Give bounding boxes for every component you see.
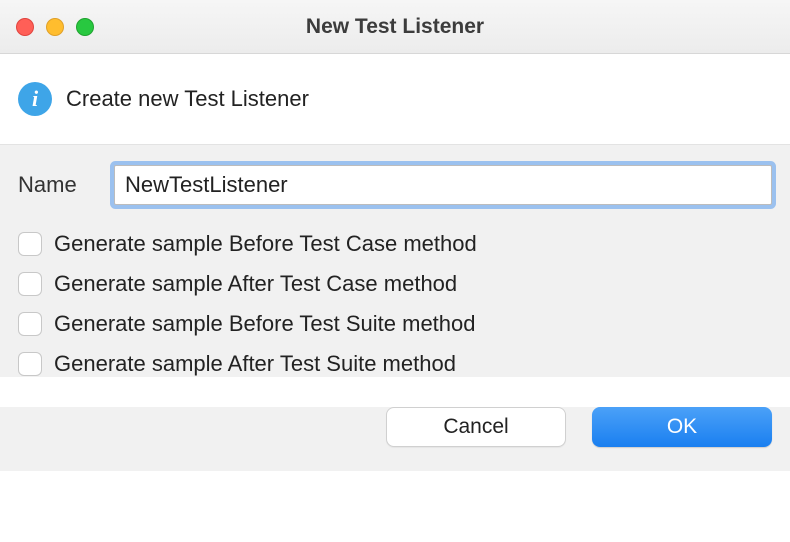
button-row: Cancel OK (0, 407, 790, 471)
name-input[interactable] (114, 165, 772, 205)
traffic-lights (16, 18, 94, 36)
checkbox-input[interactable] (18, 232, 42, 256)
checkbox-input[interactable] (18, 352, 42, 376)
checkbox-before-test-suite[interactable]: Generate sample Before Test Suite method (18, 311, 772, 337)
checkbox-input[interactable] (18, 272, 42, 296)
checkbox-label: Generate sample Before Test Case method (54, 231, 477, 257)
name-input-wrap (114, 165, 772, 205)
checkbox-before-test-case[interactable]: Generate sample Before Test Case method (18, 231, 772, 257)
name-row: Name (18, 165, 772, 205)
minimize-icon[interactable] (46, 18, 64, 36)
checkbox-label: Generate sample Before Test Suite method (54, 311, 476, 337)
checkbox-after-test-suite[interactable]: Generate sample After Test Suite method (18, 351, 772, 377)
checkbox-list: Generate sample Before Test Case method … (18, 231, 772, 377)
checkbox-after-test-case[interactable]: Generate sample After Test Case method (18, 271, 772, 297)
dialog-header: i Create new Test Listener (0, 54, 790, 144)
cancel-button[interactable]: Cancel (386, 407, 566, 447)
titlebar: New Test Listener (0, 0, 790, 54)
window-title: New Test Listener (0, 15, 790, 39)
ok-button[interactable]: OK (592, 407, 772, 447)
close-icon[interactable] (16, 18, 34, 36)
dialog-header-text: Create new Test Listener (66, 86, 309, 112)
zoom-icon[interactable] (76, 18, 94, 36)
checkbox-label: Generate sample After Test Case method (54, 271, 457, 297)
form-area: Name Generate sample Before Test Case me… (0, 144, 790, 377)
checkbox-label: Generate sample After Test Suite method (54, 351, 456, 377)
checkbox-input[interactable] (18, 312, 42, 336)
info-icon: i (18, 82, 52, 116)
name-label: Name (18, 172, 90, 198)
